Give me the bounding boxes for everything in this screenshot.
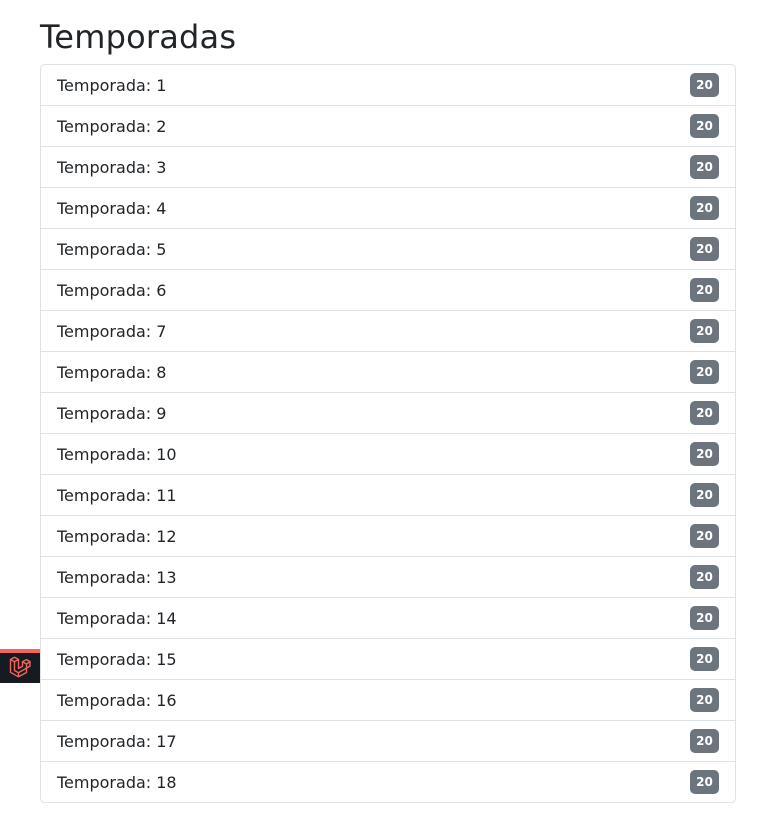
season-item[interactable]: Temporada: 4 20	[41, 187, 735, 228]
season-label: Temporada: 12	[57, 526, 177, 546]
episode-count-badge: 20	[690, 155, 719, 179]
season-item[interactable]: Temporada: 6 20	[41, 269, 735, 310]
season-item[interactable]: Temporada: 9 20	[41, 392, 735, 433]
season-label: Temporada: 15	[57, 649, 177, 669]
episode-count-badge: 20	[690, 401, 719, 425]
season-label: Temporada: 1	[57, 75, 167, 95]
page-title: Temporadas	[40, 18, 237, 56]
season-item[interactable]: Temporada: 5 20	[41, 228, 735, 269]
seasons-list: Temporada: 1 20 Temporada: 2 20 Temporad…	[40, 64, 736, 803]
episode-count-badge: 20	[690, 319, 719, 343]
season-item[interactable]: Temporada: 11 20	[41, 474, 735, 515]
episode-count-badge: 20	[690, 360, 719, 384]
laravel-icon	[8, 654, 32, 682]
episode-count-badge: 20	[690, 688, 719, 712]
season-item[interactable]: Temporada: 17 20	[41, 720, 735, 761]
season-label: Temporada: 4	[57, 198, 167, 218]
season-label: Temporada: 6	[57, 280, 167, 300]
episode-count-badge: 20	[690, 442, 719, 466]
episode-count-badge: 20	[690, 524, 719, 548]
season-label: Temporada: 10	[57, 444, 177, 464]
episode-count-badge: 20	[690, 565, 719, 589]
episode-count-badge: 20	[690, 73, 719, 97]
episode-count-badge: 20	[690, 647, 719, 671]
main-container: Temporadas Temporada: 1 20 Temporada: 2 …	[40, 0, 736, 803]
episode-count-badge: 20	[690, 606, 719, 630]
season-item[interactable]: Temporada: 10 20	[41, 433, 735, 474]
season-label: Temporada: 17	[57, 731, 177, 751]
season-item[interactable]: Temporada: 8 20	[41, 351, 735, 392]
season-label: Temporada: 14	[57, 608, 177, 628]
season-label: Temporada: 5	[57, 239, 167, 259]
episode-count-badge: 20	[690, 237, 719, 261]
season-label: Temporada: 18	[57, 772, 177, 792]
season-label: Temporada: 9	[57, 403, 167, 423]
season-item[interactable]: Temporada: 13 20	[41, 556, 735, 597]
episode-count-badge: 20	[690, 278, 719, 302]
episode-count-badge: 20	[690, 729, 719, 753]
season-label: Temporada: 16	[57, 690, 177, 710]
season-label: Temporada: 3	[57, 157, 167, 177]
season-label: Temporada: 13	[57, 567, 177, 587]
season-item[interactable]: Temporada: 2 20	[41, 105, 735, 146]
season-item[interactable]: Temporada: 15 20	[41, 638, 735, 679]
episode-count-badge: 20	[690, 114, 719, 138]
season-item[interactable]: Temporada: 7 20	[41, 310, 735, 351]
season-label: Temporada: 2	[57, 116, 167, 136]
season-item[interactable]: Temporada: 18 20	[41, 761, 735, 802]
episode-count-badge: 20	[690, 483, 719, 507]
season-label: Temporada: 7	[57, 321, 167, 341]
season-item[interactable]: Temporada: 14 20	[41, 597, 735, 638]
season-item[interactable]: Temporada: 12 20	[41, 515, 735, 556]
season-label: Temporada: 8	[57, 362, 167, 382]
season-item[interactable]: Temporada: 1 20	[41, 65, 735, 105]
season-label: Temporada: 11	[57, 485, 177, 505]
season-item[interactable]: Temporada: 16 20	[41, 679, 735, 720]
episode-count-badge: 20	[690, 196, 719, 220]
episode-count-badge: 20	[690, 770, 719, 794]
debugbar-toggle-button[interactable]	[0, 649, 40, 683]
season-item[interactable]: Temporada: 3 20	[41, 146, 735, 187]
